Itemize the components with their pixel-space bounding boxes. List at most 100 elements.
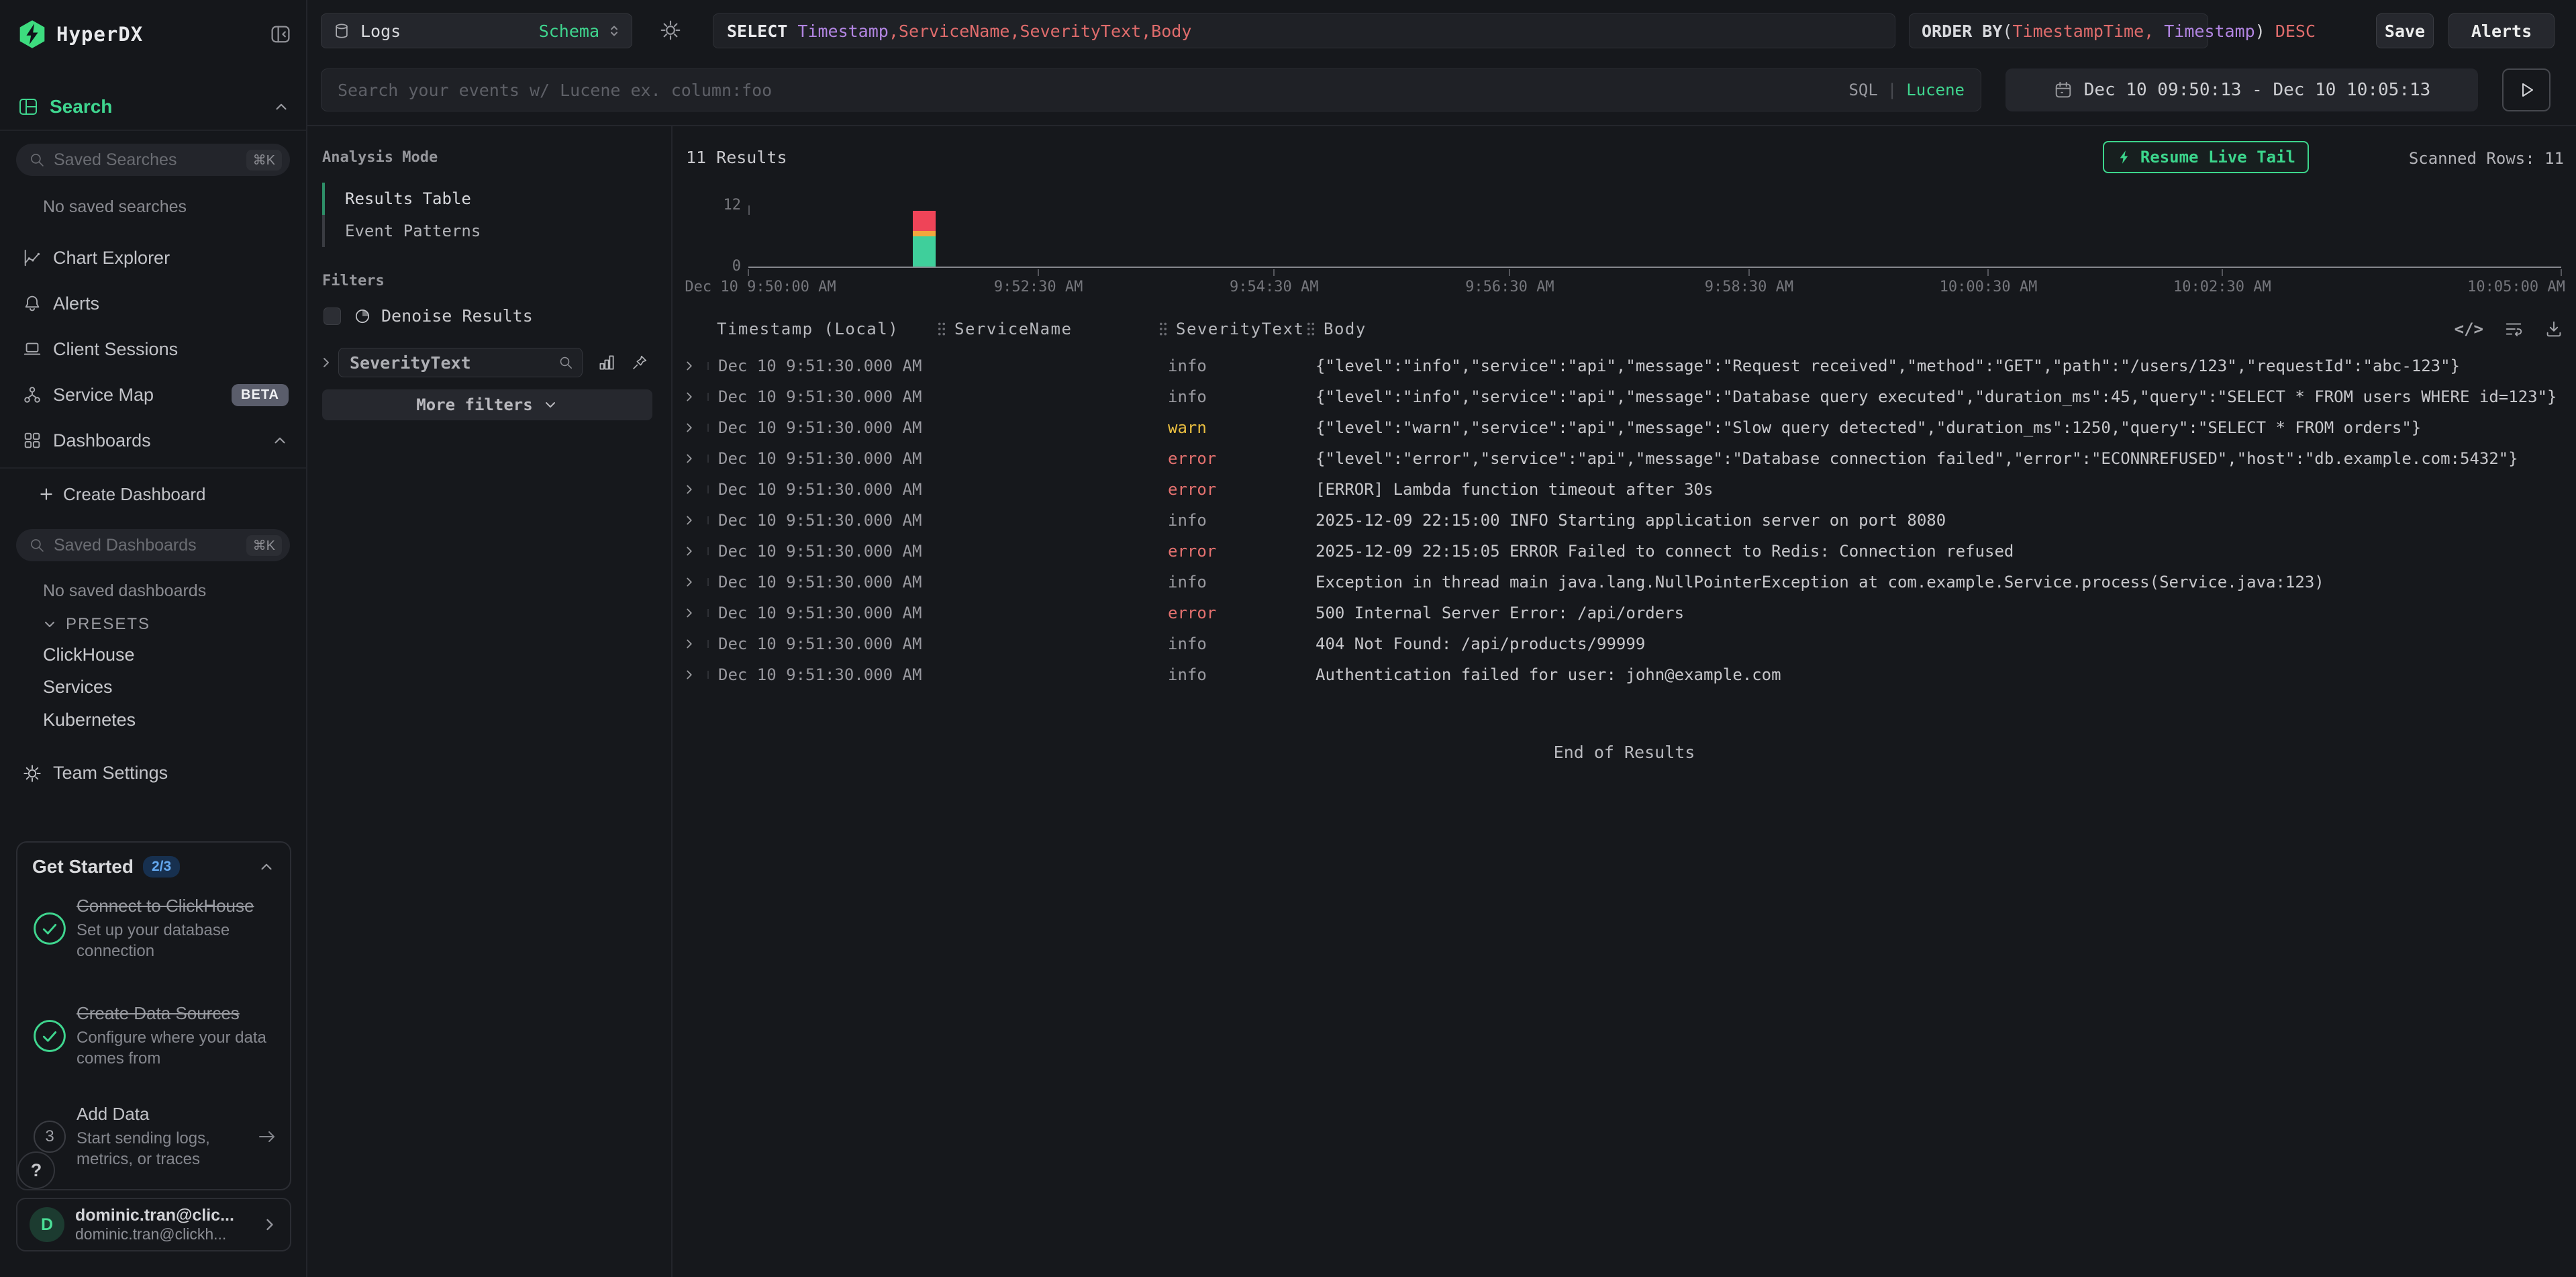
expand-row-icon[interactable] (682, 667, 697, 682)
table-row[interactable]: Dec 10 9:51:30.000 AM error 2025-12-09 2… (673, 536, 2576, 567)
preset-services[interactable]: Services (43, 677, 113, 698)
drag-handle-icon[interactable] (1157, 320, 1169, 338)
table-row[interactable]: Dec 10 9:51:30.000 AM info {"level":"inf… (673, 350, 2576, 381)
row-body: {"level":"info","service":"api","message… (1303, 357, 2576, 375)
sidebar-item-label: Alerts (53, 293, 99, 314)
create-dashboard-button[interactable]: Create Dashboard (0, 478, 306, 510)
denoise-icon (353, 307, 372, 326)
source-selector[interactable]: Logs Schema (321, 13, 632, 48)
select-keyword: SELECT (727, 21, 787, 41)
step-create-data-sources[interactable]: Create Data Sources Configure where your… (32, 1002, 278, 1069)
more-filters-button[interactable]: More filters (322, 389, 652, 420)
step-add-data[interactable]: 3 Add Data Start sending logs, metrics, … (32, 1103, 278, 1170)
user-profile[interactable]: D dominic.tran@clic... dominic.tran@clic… (16, 1198, 291, 1251)
help-button[interactable]: ? (17, 1151, 55, 1189)
wrap-lines-icon[interactable] (2504, 319, 2524, 339)
source-label: Logs (360, 21, 401, 41)
table-row[interactable]: Dec 10 9:51:30.000 AM info {"level":"inf… (673, 381, 2576, 412)
sidebar-item-client-sessions[interactable]: Client Sessions (0, 326, 306, 372)
saved-dashboards-input[interactable]: ⌘K (16, 529, 290, 561)
table-row[interactable]: Dec 10 9:51:30.000 AM info Exception in … (673, 567, 2576, 598)
expand-row-icon[interactable] (682, 451, 697, 466)
bolt-icon (2116, 149, 2132, 165)
search-icon[interactable] (558, 354, 574, 371)
preset-clickhouse[interactable]: ClickHouse (43, 645, 135, 665)
chart-bar[interactable] (913, 205, 936, 267)
expand-row-icon[interactable] (682, 513, 697, 528)
expand-row-icon[interactable] (682, 420, 697, 435)
expand-row-icon[interactable] (682, 636, 697, 651)
run-query-button[interactable] (2502, 68, 2550, 111)
select-query-input[interactable]: SELECT Timestamp ,ServiceName,SeverityTe… (713, 13, 1895, 48)
mode-event-patterns[interactable]: Event Patterns (322, 215, 655, 247)
expand-row-icon[interactable] (682, 389, 697, 404)
expand-row-icon[interactable] (682, 606, 697, 620)
saved-searches-input[interactable]: ⌘K (16, 144, 290, 176)
row-severity: info (1157, 511, 1303, 530)
chevron-down-icon (42, 616, 58, 632)
alerts-button[interactable]: Alerts (2448, 13, 2555, 48)
presets-label: PRESETS (66, 615, 150, 634)
select-field-timestamp: Timestamp (797, 21, 888, 41)
presets-toggle[interactable]: PRESETS (42, 615, 150, 634)
table-row[interactable]: Dec 10 9:51:30.000 AM info 2025-12-09 22… (673, 505, 2576, 536)
saved-searches-field[interactable] (54, 150, 246, 170)
sidebar-item-chart-explorer[interactable]: Chart Explorer (0, 235, 306, 281)
bar-chart-icon[interactable] (597, 353, 616, 372)
expand-row-icon[interactable] (682, 575, 697, 589)
chevron-right-icon[interactable] (318, 354, 334, 371)
expand-row-icon[interactable] (682, 482, 697, 497)
sidebar-item-alerts[interactable]: Alerts (0, 281, 306, 326)
filter-field-label: SeverityText (350, 353, 558, 373)
drag-handle-icon[interactable] (936, 320, 948, 338)
save-button[interactable]: Save (2376, 13, 2434, 48)
get-started-title: Get Started (32, 856, 134, 878)
sidebar-item-team-settings[interactable]: Team Settings (22, 763, 168, 784)
preset-kubernetes[interactable]: Kubernetes (43, 710, 136, 730)
resume-live-tail-button[interactable]: Resume Live Tail (2103, 141, 2309, 173)
sql-mode-toggle[interactable]: SQL (1848, 81, 1877, 99)
no-saved-searches-text: No saved searches (43, 197, 187, 217)
sidebar-item-service-map[interactable]: Service Map BETA (0, 372, 306, 418)
expand-row-icon[interactable] (682, 544, 697, 559)
table-row[interactable]: Dec 10 9:51:30.000 AM error 500 Internal… (673, 598, 2576, 628)
chevron-up-icon[interactable] (258, 858, 275, 876)
row-severity: info (1157, 665, 1303, 684)
column-header-servicename[interactable]: ServiceName (936, 320, 1157, 338)
sidebar-item-search[interactable]: Search (17, 91, 290, 122)
table-row[interactable]: Dec 10 9:51:30.000 AM warn {"level":"war… (673, 412, 2576, 443)
time-range-picker[interactable]: Dec 10 09:50:13 - Dec 10 10:05:13 (2005, 68, 2478, 111)
event-search-input[interactable] (338, 81, 1848, 100)
column-header-timestamp[interactable]: Timestamp (Local) (707, 320, 936, 338)
step-connect-clickhouse[interactable]: Connect to ClickHouse Set up your databa… (32, 895, 278, 961)
event-search-bar[interactable]: SQL | Lucene (321, 68, 1981, 111)
chevron-up-icon[interactable] (271, 432, 289, 449)
table-row[interactable]: Dec 10 9:51:30.000 AM error [ERROR] Lamb… (673, 474, 2576, 505)
query-settings-gear-icon[interactable] (659, 19, 682, 42)
lucene-mode-toggle[interactable]: Lucene (1906, 81, 1965, 99)
table-row[interactable]: Dec 10 9:51:30.000 AM info 404 Not Found… (673, 628, 2576, 659)
table-row[interactable]: Dec 10 9:51:30.000 AM info Authenticatio… (673, 659, 2576, 690)
collapse-sidebar-icon[interactable] (268, 22, 293, 46)
progress-badge: 2/3 (143, 856, 180, 878)
denoise-checkbox[interactable] (324, 308, 341, 325)
drag-handle-icon[interactable] (1305, 320, 1317, 338)
divider (0, 467, 306, 469)
order-by-input[interactable]: ORDER BY ( TimestampTime, Timestamp ) DE… (1909, 13, 2208, 48)
saved-dashboards-field[interactable] (54, 536, 246, 555)
live-tail-label: Resume Live Tail (2140, 148, 2295, 167)
chevron-up-icon[interactable] (273, 98, 290, 115)
download-icon[interactable] (2544, 319, 2564, 339)
mode-results-table[interactable]: Results Table (322, 183, 655, 215)
view-source-icon[interactable]: </> (2455, 320, 2483, 338)
column-header-body[interactable]: Body (1303, 320, 2576, 338)
expand-row-icon[interactable] (682, 359, 697, 373)
sidebar-item-dashboards[interactable]: Dashboards (0, 418, 306, 463)
severity-filter-group[interactable]: SeverityText (338, 348, 583, 377)
denoise-label: Denoise Results (381, 306, 533, 326)
denoise-results-toggle[interactable]: Denoise Results (324, 306, 533, 326)
pin-icon[interactable] (631, 354, 648, 371)
column-header-severitytext[interactable]: SeverityText (1157, 320, 1303, 338)
table-row[interactable]: Dec 10 9:51:30.000 AM error {"level":"er… (673, 443, 2576, 474)
chart-plot[interactable] (748, 205, 2561, 268)
